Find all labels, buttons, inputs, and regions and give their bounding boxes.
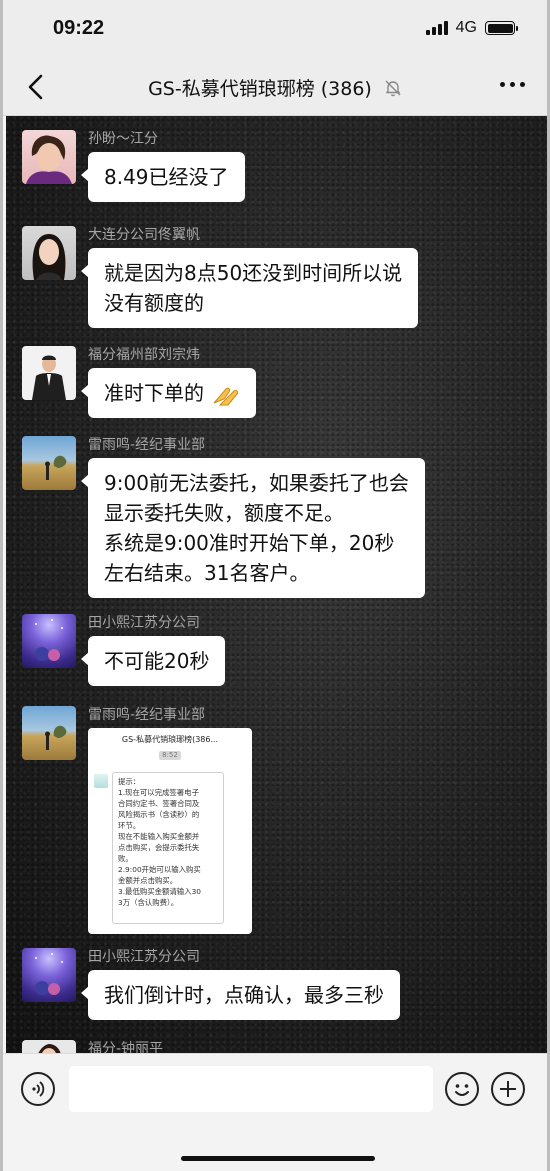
- avatar[interactable]: [22, 436, 76, 490]
- image-text-line: 2.9:00开始可以输入购买: [118, 865, 201, 874]
- sender-name: 田小熙江苏分公司: [88, 949, 200, 965]
- image-text-line: 3万（含认购费）。: [118, 898, 179, 907]
- avatar[interactable]: [22, 706, 76, 760]
- sender-name: 孙盼～江分: [88, 131, 158, 147]
- avatar[interactable]: [22, 226, 76, 280]
- message-text: 9:00前无法委托，如果委托了也会: [104, 471, 409, 495]
- sender-name: 福分-钟丽平: [88, 1041, 164, 1053]
- clapping-hands-emoji: [213, 387, 239, 405]
- image-message[interactable]: GS-私募代销琅琊榜(386... 8:52 提示： 1.现在可以完成签署电子 …: [88, 728, 252, 934]
- image-text-line: 1.现在可以完成签署电子: [118, 788, 199, 797]
- avatar[interactable]: [22, 948, 76, 1002]
- image-text-line: 金额并点击购买。: [118, 876, 178, 885]
- bell-muted-icon: [385, 80, 401, 96]
- message-list[interactable]: 孙盼～江分 8.49已经没了 大连分公司佟翼帆 就是因为8点50还没到时间所以说…: [6, 116, 547, 1053]
- chat-screen: 09:22 4G GS-私募代销琅琊榜 (386) 孙盼～江分 8.49已经没了…: [0, 0, 550, 1171]
- image-text-line: 现在不能输入购买金额并: [118, 832, 200, 841]
- image-timestamp: 8:52: [159, 751, 181, 760]
- image-text-line: 提示：: [118, 777, 141, 786]
- image-text-line: 风险揭示书（含读秒）的: [118, 810, 200, 819]
- message-text: 没有额度的: [104, 291, 204, 315]
- more-dots-icon[interactable]: [500, 82, 525, 87]
- image-text-line: 点击购买，会提示委托失: [118, 843, 200, 852]
- image-text-line: 3.最低购买金额请输入30: [118, 887, 201, 896]
- status-bar: 09:22 4G: [3, 0, 547, 58]
- sender-name: 田小熙江苏分公司: [88, 615, 200, 631]
- voice-icon[interactable]: [21, 1072, 55, 1106]
- chat-header: GS-私募代销琅琊榜 (386): [3, 58, 547, 116]
- network-type: 4G: [455, 19, 477, 36]
- message-bubble[interactable]: 9:00前无法委托，如果委托了也会 显示委托失败，额度不足。 系统是9:00准时…: [81, 458, 425, 598]
- message-text: 显示委托失败，额度不足。: [104, 501, 344, 525]
- message-text: 不可能20秒: [104, 649, 210, 673]
- image-text-line: 环节。: [118, 821, 141, 830]
- avatar[interactable]: [22, 614, 76, 668]
- home-indicator[interactable]: [181, 1156, 375, 1161]
- sender-name: 雷雨鸣-经纪事业部: [88, 437, 206, 453]
- battery-icon: [485, 21, 518, 35]
- image-text-line: 合同约定书、签署合同及: [118, 799, 200, 808]
- sender-name: 福分福州部刘宗炜: [88, 347, 200, 363]
- message-text: 我们倒计时，点确认，最多三秒: [104, 983, 384, 1007]
- message-input[interactable]: [69, 1066, 433, 1112]
- message-bubble[interactable]: 8.49已经没了: [81, 152, 245, 202]
- chat-title: GS-私募代销琅琊榜 (386): [148, 78, 372, 100]
- avatar[interactable]: [22, 346, 76, 400]
- sender-name: 雷雨鸣-经纪事业部: [88, 707, 206, 723]
- image-chat-title: GS-私募代销琅琊榜(386...: [121, 735, 219, 744]
- sender-name: 大连分公司佟翼帆: [88, 227, 200, 243]
- image-avatar: [94, 774, 108, 788]
- message-bubble[interactable]: 我们倒计时，点确认，最多三秒: [81, 970, 400, 1020]
- plus-icon[interactable]: [491, 1072, 525, 1106]
- image-text-line: 败。: [118, 854, 133, 863]
- input-bar: [3, 1053, 547, 1171]
- image-notice: 提示： 1.现在可以完成签署电子 合同约定书、签署合同及 风险揭示书（含读秒）的…: [112, 772, 224, 924]
- message-text: 系统是9:00准时开始下单，20秒: [104, 531, 395, 555]
- message-text: 左右结束。31名客户。: [104, 561, 310, 585]
- message-text: 8.49已经没了: [104, 165, 229, 189]
- message-bubble[interactable]: 不可能20秒: [80, 636, 226, 686]
- message-bubble[interactable]: 就是因为8点50还没到时间所以说 没有额度的: [80, 248, 419, 328]
- avatar[interactable]: [22, 1040, 76, 1053]
- message-bubble[interactable]: 准时下单的: [80, 368, 257, 418]
- smiley-icon[interactable]: [445, 1072, 479, 1106]
- signal-icon: [425, 21, 448, 35]
- avatar[interactable]: [22, 130, 76, 184]
- message-text: 准时下单的: [104, 381, 204, 405]
- status-time: 09:22: [53, 17, 105, 39]
- message-text: 就是因为8点50还没到时间所以说: [104, 261, 403, 285]
